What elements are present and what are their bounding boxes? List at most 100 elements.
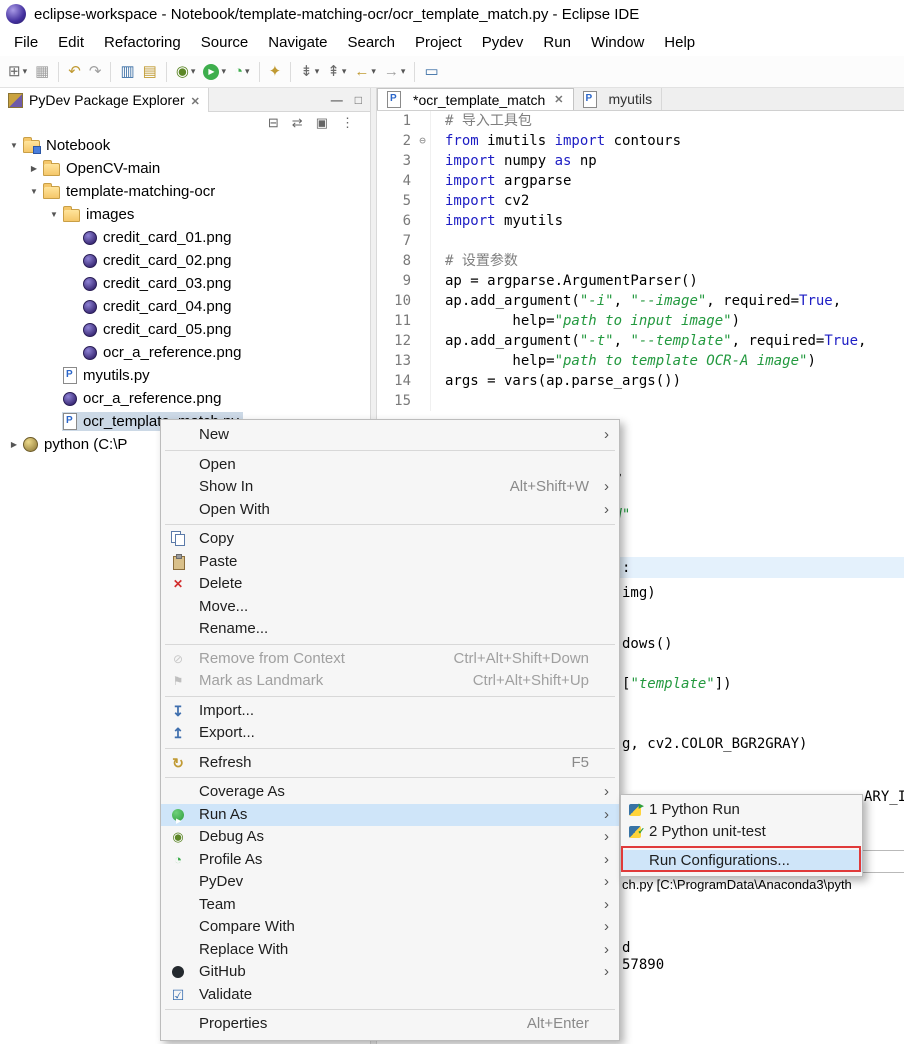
menu-project[interactable]: Project [405,28,472,56]
context-replace-with[interactable]: Replace With › [161,939,619,962]
tab-myutils[interactable]: myutils [574,88,663,110]
expanded-arrow-icon[interactable]: ▼ [46,210,62,219]
context-paste[interactable]: Paste [161,551,619,574]
view-menu-icon[interactable]: ⋮ [341,115,354,131]
console-button[interactable]: ▥ [117,60,137,84]
next-annotation-button[interactable]: ⇟ ▾ [297,60,322,84]
code-line[interactable]: 2 ⊖ from imutils import contours [377,131,904,151]
new-button[interactable]: ⊞ ▾ [5,60,30,84]
tab-pydev-package-explorer[interactable]: PyDev Package Explorer [0,88,209,112]
collapsed-arrow-icon[interactable]: ▶ [6,440,22,449]
open-editor-button[interactable]: ▭ [421,60,441,84]
menu-help[interactable]: Help [654,28,705,56]
context-import[interactable]: Import... [161,700,619,723]
code-line[interactable]: 5 import cv2 [377,191,904,211]
view-close-icon[interactable] [191,92,200,108]
tree-item-credit-card-03-png[interactable]: credit_card_03.png [0,272,370,295]
context-copy[interactable]: Copy [161,528,619,551]
context-profile-as[interactable]: Profile As › [161,849,619,872]
prev-annotation-button[interactable]: ⇞ ▾ [324,60,349,84]
tree-item-ocr-a-reference-png[interactable]: ocr_a_reference.png [0,341,370,364]
context-pydev[interactable]: PyDev › [161,871,619,894]
menu-source[interactable]: Source [191,28,259,56]
collapsed-arrow-icon[interactable]: ▶ [26,164,42,173]
dropdown-caret-icon[interactable]: ▾ [221,66,226,77]
code-line[interactable]: 13 help="path to template OCR-A image") [377,351,904,371]
code-line[interactable]: 7 [377,231,904,251]
menu-edit[interactable]: Edit [48,28,94,56]
dropdown-caret-icon[interactable]: ▾ [315,66,320,77]
menu-navigate[interactable]: Navigate [258,28,337,56]
dropdown-caret-icon[interactable]: ▾ [191,66,196,77]
menu-pydev[interactable]: Pydev [472,28,534,56]
code-line[interactable]: 4 import argparse [377,171,904,191]
submenu-1-python-run[interactable]: 1 Python Run [621,796,862,821]
run-button[interactable]: ▶ ▾ [200,60,229,84]
expanded-arrow-icon[interactable]: ▼ [26,187,42,196]
tab-close-icon[interactable]: ✕ [554,93,563,106]
tree-item-images[interactable]: ▼ images [0,203,370,226]
context-new[interactable]: New › [161,424,619,447]
expanded-arrow-icon[interactable]: ▼ [6,141,22,150]
menu-run[interactable]: Run [533,28,581,56]
submenu-2-python-unit-test[interactable]: 2 Python unit-test [621,820,862,843]
code-line[interactable]: 14 args = vars(ap.parse_args()) [377,371,904,391]
context-validate[interactable]: Validate [161,984,619,1007]
code-line[interactable]: 3 import numpy as np [377,151,904,171]
collapse-all-icon[interactable]: ⊟ [268,115,279,131]
context-run-as[interactable]: Run As › [161,803,619,833]
maximize-view-icon[interactable] [355,93,362,107]
undo-button[interactable]: ↶ [65,60,84,84]
context-team[interactable]: Team › [161,894,619,917]
tree-item-notebook[interactable]: ▼ Notebook [0,134,370,157]
tree-item-template-matching-ocr[interactable]: ▼ template-matching-ocr [0,180,370,203]
dropdown-caret-icon[interactable]: ▾ [401,66,406,77]
menu-window[interactable]: Window [581,28,654,56]
tree-item-credit-card-04-png[interactable]: credit_card_04.png [0,295,370,318]
code-line[interactable]: 12 ap.add_argument("-t", "--template", re… [377,331,904,351]
context-open-with[interactable]: Open With › [161,499,619,522]
tab-ocr-template-match[interactable]: *ocr_template_match ✕ [377,88,574,110]
tree-item-credit-card-02-png[interactable]: credit_card_02.png [0,249,370,272]
code-line[interactable]: 9 ap = argparse.ArgumentParser() [377,271,904,291]
context-coverage-as[interactable]: Coverage As › [161,781,619,804]
context-rename[interactable]: Rename... [161,618,619,641]
dropdown-caret-icon[interactable]: ▾ [245,66,250,77]
code-line[interactable]: 10 ap.add_argument("-i", "--image", requi… [377,291,904,311]
context-move[interactable]: Move... [161,596,619,619]
focus-view-icon[interactable]: ▣ [316,115,328,131]
open-wizard-button[interactable]: ▤ [140,60,160,84]
context-delete[interactable]: Delete [161,573,619,596]
context-properties[interactable]: Properties Alt+Enter [161,1013,619,1036]
back-button[interactable]: ← ▾ [351,60,379,84]
search-button[interactable]: ✦ [266,60,285,84]
code-line[interactable]: 15 [377,391,904,411]
tree-item-credit-card-05-png[interactable]: credit_card_05.png [0,318,370,341]
context-show-in[interactable]: Show In Alt+Shift+W › [161,476,619,499]
link-with-editor-icon[interactable]: ⇄ [292,115,303,131]
dropdown-caret-icon[interactable]: ▾ [342,66,347,77]
dropdown-caret-icon[interactable]: ▾ [23,66,28,77]
context-export[interactable]: Export... [161,722,619,745]
forward-button[interactable]: → ▾ [381,60,409,84]
tree-item-opencv-main[interactable]: ▶ OpenCV-main [0,157,370,180]
code-line[interactable]: 1 # 导入工具包 [377,111,904,131]
context-refresh[interactable]: Refresh F5 [161,752,619,775]
menu-file[interactable]: File [4,28,48,56]
minimize-view-icon[interactable] [331,93,343,107]
tree-item-credit-card-01-png[interactable]: credit_card_01.png [0,226,370,249]
context-debug-as[interactable]: Debug As › [161,826,619,849]
debug-button[interactable]: ◉ ▾ [173,60,199,84]
tree-item-myutils-py[interactable]: myutils.py [0,364,370,387]
menu-refactoring[interactable]: Refactoring [94,28,191,56]
context-open[interactable]: Open [161,454,619,477]
context-github[interactable]: GitHub › [161,961,619,984]
redo-button[interactable]: ↷ [86,60,105,84]
context-compare-with[interactable]: Compare With › [161,916,619,939]
dropdown-caret-icon[interactable]: ▾ [371,66,376,77]
code-line[interactable]: 6 import myutils [377,211,904,231]
coverage-button[interactable]: ◔ ▾ [231,60,253,84]
menu-search[interactable]: Search [337,28,405,56]
submenu-run-configurations[interactable]: Run Configurations... [621,850,862,872]
fold-marker-icon[interactable]: ⊖ [415,131,431,151]
